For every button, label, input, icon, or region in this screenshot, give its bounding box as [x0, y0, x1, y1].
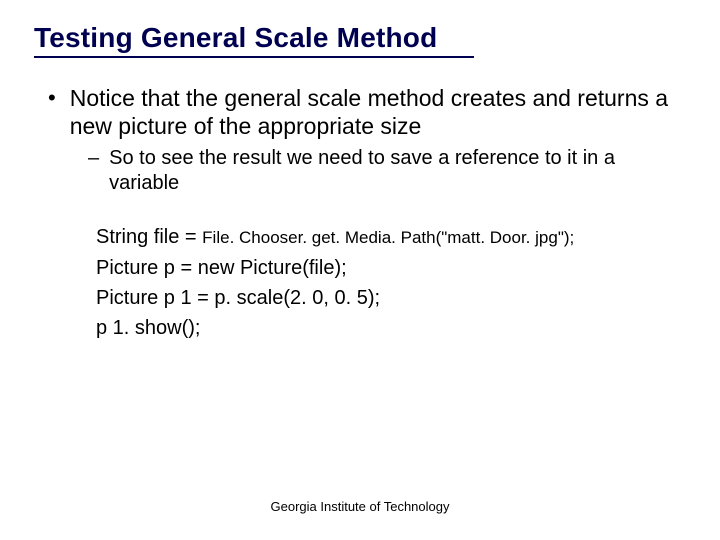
- bullet-level-1: • Notice that the general scale method c…: [40, 84, 686, 140]
- code-line-4: p 1. show();: [96, 313, 686, 343]
- code-line-1-prefix: String file =: [96, 226, 202, 248]
- bullet-level-2: – So to see the result we need to save a…: [88, 146, 686, 196]
- bullet-main-text: Notice that the general scale method cre…: [70, 84, 686, 140]
- code-line-1: String file = File. Chooser. get. Media.…: [96, 222, 686, 253]
- bullet-dot-icon: •: [48, 84, 56, 112]
- slide-footer: Georgia Institute of Technology: [0, 499, 720, 514]
- code-block: String file = File. Chooser. get. Media.…: [96, 222, 686, 343]
- slide-content: • Notice that the general scale method c…: [34, 84, 686, 343]
- bullet-sub-text: So to see the result we need to save a r…: [109, 146, 686, 196]
- slide: Testing General Scale Method • Notice th…: [0, 0, 720, 540]
- title-underline: Testing General Scale Method: [34, 22, 474, 58]
- bullet-dash-icon: –: [88, 146, 99, 171]
- code-line-2: Picture p = new Picture(file);: [96, 253, 686, 283]
- code-line-3: Picture p 1 = p. scale(2. 0, 0. 5);: [96, 283, 686, 313]
- code-line-1-call: File. Chooser. get. Media. Path("matt. D…: [202, 228, 574, 247]
- slide-title: Testing General Scale Method: [34, 22, 474, 54]
